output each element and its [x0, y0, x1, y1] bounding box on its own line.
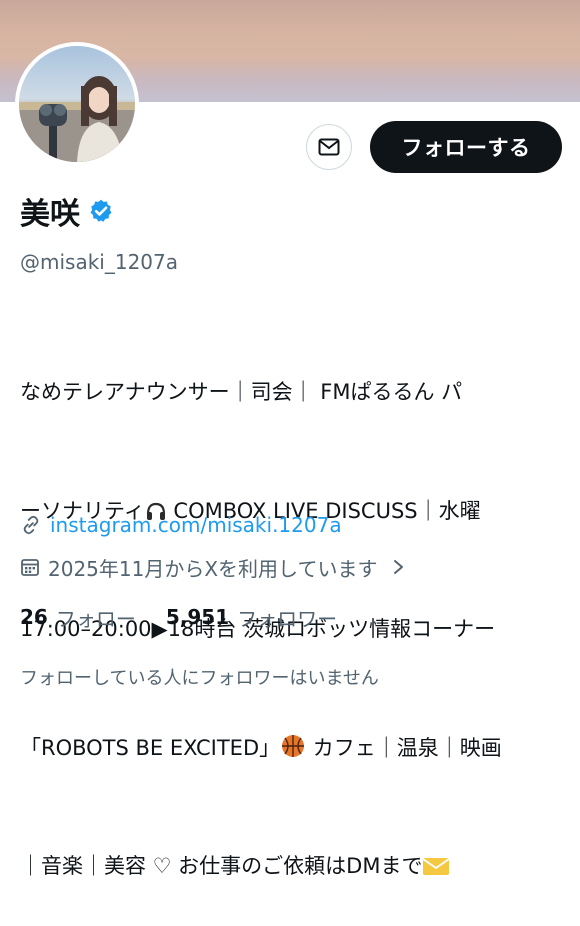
message-button[interactable] — [306, 124, 352, 170]
joined-date: 2025年11月からXを利用しています — [48, 556, 378, 581]
chevron-right-icon — [394, 560, 404, 574]
followers-label: フォロワー — [237, 606, 338, 631]
profile-link-row: instagram.com/misaki.1207a — [20, 510, 342, 540]
profile-link[interactable]: instagram.com/misaki.1207a — [50, 513, 342, 537]
bio-text: カフェ｜温泉｜映画 — [306, 735, 502, 760]
avatar-photo — [19, 46, 135, 162]
bio-line-1: なめテレアナウンサー｜司会｜ FMぱるるん パ — [20, 373, 568, 413]
bio-line-5: ｜音楽｜美容 ♡ お仕事のご依頼はDMまで — [20, 847, 568, 887]
envelope-icon — [318, 138, 340, 156]
follow-button[interactable]: フォローする — [370, 121, 562, 173]
bio-text: なめテレアナウンサー｜司会｜ FMぱるるん パ — [20, 380, 463, 404]
basketball-icon — [282, 734, 305, 757]
bio-text: ｜音楽｜美容 ♡ お仕事のご依頼はDMまで — [20, 854, 423, 878]
following-count: 26 — [20, 605, 48, 629]
bio-text: 「ROBOTS BE EXCITED」 — [20, 735, 281, 760]
display-name: 美咲 — [20, 197, 80, 232]
following-label: フォロー — [55, 606, 136, 631]
envelope-emoji-icon — [422, 858, 450, 875]
followers-you-know: フォローしている人にフォロワーはいません — [20, 668, 379, 689]
name-row: 美咲 — [20, 190, 114, 232]
handle: @misaki_1207a — [20, 250, 179, 274]
avatar[interactable] — [15, 42, 139, 166]
follow-stats: 26 フォロー 5,951 フォロワー — [20, 600, 367, 634]
joined-row[interactable]: 2025年11月からXを利用しています — [20, 552, 407, 582]
calendar-icon — [21, 559, 39, 576]
bio-line-4: 「ROBOTS BE EXCITED」 カフェ｜温泉｜映画 — [20, 729, 568, 769]
following-stat[interactable]: 26 フォロー — [20, 603, 136, 632]
followers-stat[interactable]: 5,951 フォロワー — [166, 603, 337, 632]
link-icon — [23, 515, 39, 535]
verified-badge-icon[interactable] — [88, 198, 114, 224]
follow-button-label: フォローする — [401, 136, 531, 160]
followers-count: 5,951 — [165, 605, 230, 629]
